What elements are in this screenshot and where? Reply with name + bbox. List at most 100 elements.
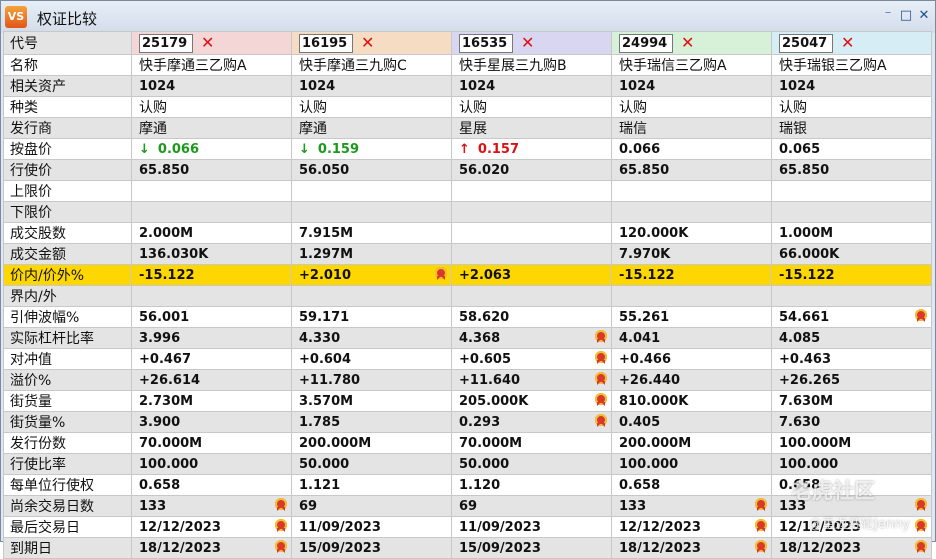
- row-last_trade: 最后交易日 12/12/2023 11/09/2023 11/09/2023 12/12…: [3, 516, 932, 538]
- cell-days_left-0: 133: [131, 495, 292, 517]
- cell-issue_size-1: 200.000M: [291, 432, 452, 454]
- close-icon[interactable]: ✕: [917, 8, 931, 24]
- value-per_unit: 1.121: [299, 477, 341, 493]
- value-moneyness: +2.010: [299, 267, 352, 283]
- value-issue_size: 200.000M: [299, 435, 372, 451]
- row-label-bid: 按盘价: [3, 138, 132, 160]
- warrant-code-input[interactable]: 16195: [299, 34, 353, 53]
- value-per_unit: 0.658: [619, 477, 661, 493]
- cell-moneyness-0: -15.122: [131, 264, 292, 286]
- cell-issue_size-2: 70.000M: [451, 432, 612, 454]
- value-issue_size: 70.000M: [459, 435, 523, 451]
- value-moneyness: -15.122: [779, 267, 835, 283]
- minimize-icon[interactable]: ⁻: [881, 8, 895, 24]
- award-ribbon-icon: [275, 540, 287, 555]
- cell-underlying-1: 1024: [291, 75, 452, 97]
- cell-turnover-0: 136.030K: [131, 243, 292, 265]
- watermark-author: @重返赛轮Jenny: [809, 517, 911, 532]
- award-ribbon-icon: [595, 393, 607, 408]
- cell-bid-4: 0.065: [771, 138, 932, 160]
- cell-delta-4: +0.463: [771, 348, 932, 370]
- row-lower: 下限价: [3, 201, 932, 223]
- cell-bid-0: ↓ 0.066: [131, 138, 292, 160]
- value-outstanding_pct: 7.630: [779, 414, 821, 430]
- cell-ratio-1: 50.000: [291, 453, 452, 475]
- cell-code-2[interactable]: 16535 ✕: [451, 31, 612, 55]
- cell-per_unit-1: 1.121: [291, 474, 452, 496]
- cell-issuer-4: 瑞银: [771, 117, 932, 139]
- cell-days_left-2: 69: [451, 495, 612, 517]
- row-label-code: 代号: [3, 31, 132, 55]
- row-label-delta: 对冲值: [3, 348, 132, 370]
- award-ribbon-icon: [595, 414, 607, 429]
- row-label-type: 种类: [3, 96, 132, 118]
- warrant-code-input[interactable]: 16535: [459, 34, 513, 53]
- cell-code-3[interactable]: 24994 ✕: [611, 31, 772, 55]
- remove-warrant-icon[interactable]: ✕: [361, 33, 374, 52]
- row-issue_size: 发行份数 70.000M 200.000M 70.000M 200.000M 100.00…: [3, 432, 932, 454]
- cell-premium-1: +11.780: [291, 369, 452, 391]
- value-premium: +26.614: [139, 372, 201, 388]
- row-label-premium: 溢价%: [3, 369, 132, 391]
- cell-type-3: 认购: [611, 96, 772, 118]
- cell-volume-3: 120.000K: [611, 222, 772, 244]
- cell-outstanding_pct-0: 3.900: [131, 411, 292, 433]
- cell-name-4: 快手瑞银三乙购A: [771, 54, 932, 76]
- cell-days_left-1: 69: [291, 495, 452, 517]
- value-gearing: 4.041: [619, 330, 661, 346]
- value-type: 认购: [139, 100, 167, 116]
- value-turnover: 136.030K: [139, 246, 209, 262]
- remove-warrant-icon[interactable]: ✕: [681, 33, 694, 52]
- row-label-issuer: 发行商: [3, 117, 132, 139]
- warrant-code-input[interactable]: 25179: [139, 34, 193, 53]
- remove-warrant-icon[interactable]: ✕: [521, 33, 534, 52]
- value-ratio: 100.000: [139, 456, 199, 472]
- value-underlying: 1024: [139, 78, 176, 94]
- value-issuer: 摩通: [139, 121, 167, 137]
- cell-range-4: [771, 285, 932, 307]
- cell-lower-1: [291, 201, 452, 223]
- warrant-code-input[interactable]: 25047: [779, 34, 833, 53]
- row-moneyness: 价内/价外% -15.122 +2.010 +2.063 -15.122 -15.122: [3, 264, 932, 286]
- cell-delta-0: +0.467: [131, 348, 292, 370]
- maximize-icon[interactable]: □: [899, 8, 913, 24]
- row-label-per_unit: 每单位行使权: [3, 474, 132, 496]
- cell-code-1[interactable]: 16195 ✕: [291, 31, 452, 55]
- value-outstanding: 3.570M: [299, 393, 354, 409]
- value-name: 快手瑞银三乙购A: [779, 58, 887, 74]
- cell-last_trade-2: 11/09/2023: [451, 516, 612, 538]
- cell-lower-0: [131, 201, 292, 223]
- value-issue_size: 70.000M: [139, 435, 203, 451]
- arrow-down-icon: ↓: [139, 141, 150, 157]
- award-ribbon-icon: [435, 267, 447, 282]
- cell-code-0[interactable]: 25179 ✕: [131, 31, 292, 55]
- cell-moneyness-4: -15.122: [771, 264, 932, 286]
- cell-moneyness-1: +2.010: [291, 264, 452, 286]
- cell-outstanding-2: 205.000K: [451, 390, 612, 412]
- row-label-upper: 上限价: [3, 180, 132, 202]
- value-volume: 2.000M: [139, 225, 194, 241]
- value-moneyness: -15.122: [619, 267, 675, 283]
- row-range: 界内/外: [3, 285, 932, 307]
- app-logo-icon: VS: [5, 6, 27, 28]
- value-days_left: 69: [459, 498, 478, 514]
- cell-code-4[interactable]: 25047 ✕: [771, 31, 932, 55]
- arrow-up-icon: ↑: [459, 141, 470, 157]
- row-label-issue_size: 发行份数: [3, 432, 132, 454]
- value-gearing: 3.996: [139, 330, 181, 346]
- cell-strike-3: 65.850: [611, 159, 772, 181]
- cell-strike-1: 56.050: [291, 159, 452, 181]
- value-name: 快手摩通三九购C: [299, 58, 407, 74]
- warrant-code-input[interactable]: 24994: [619, 34, 673, 53]
- cell-delta-1: +0.604: [291, 348, 452, 370]
- award-ribbon-icon: [915, 309, 927, 324]
- cell-gearing-4: 4.085: [771, 327, 932, 349]
- bid-price: 0.159: [317, 141, 360, 157]
- remove-warrant-icon[interactable]: ✕: [201, 33, 214, 52]
- cell-last_trade-3: 12/12/2023: [611, 516, 772, 538]
- cell-issuer-2: 星展: [451, 117, 612, 139]
- value-iv: 54.661: [779, 309, 830, 325]
- cell-iv-0: 56.001: [131, 306, 292, 328]
- remove-warrant-icon[interactable]: ✕: [841, 33, 854, 52]
- warrant-compare-window: VS 权证比较 ⁻ □ ✕ 代号 25179 ✕ 16195 ✕ 16535 ✕ 24994 ✕…: [0, 0, 936, 559]
